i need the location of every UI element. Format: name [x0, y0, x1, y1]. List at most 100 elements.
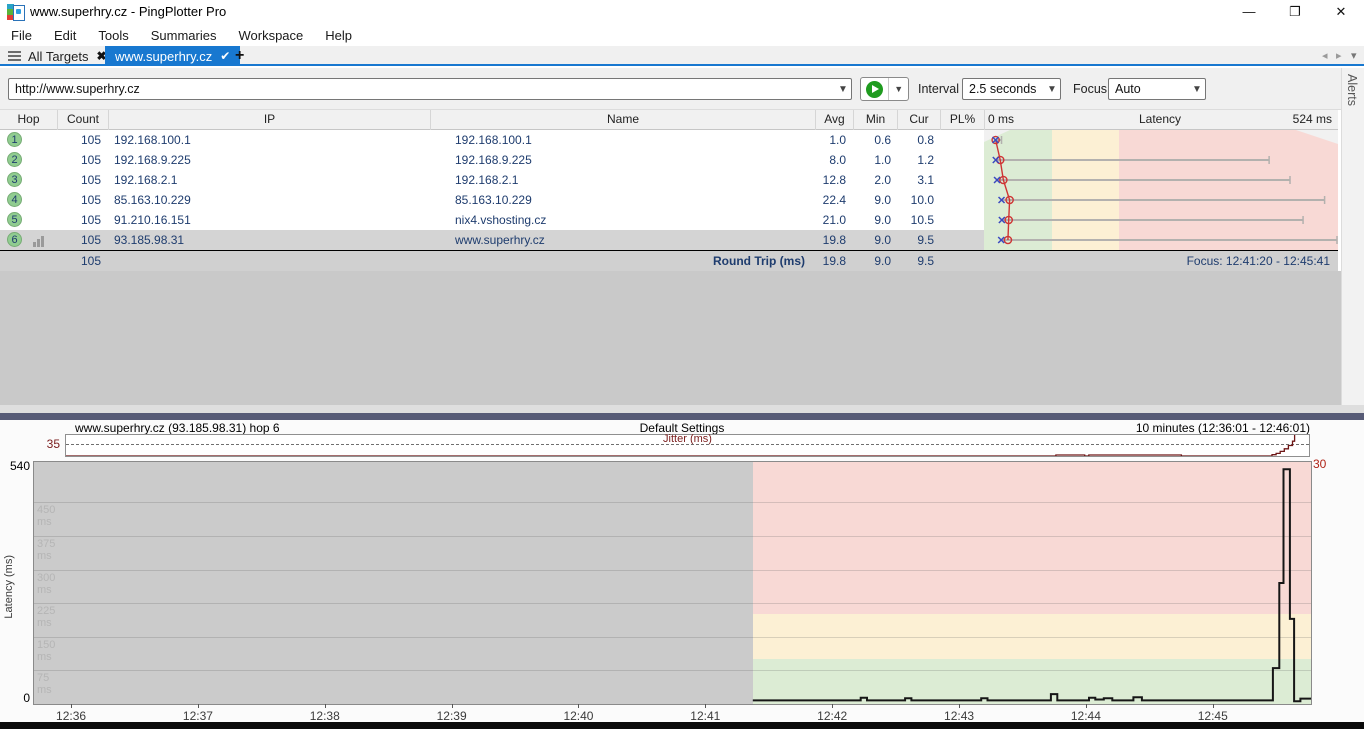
column-header-min[interactable]: Min — [853, 110, 897, 130]
menu-item-tools[interactable]: Tools — [87, 28, 139, 43]
new-tab-button[interactable]: + — [228, 46, 251, 66]
close-button[interactable]: ✕ — [1318, 0, 1364, 24]
cell-name: 85.163.10.229 — [455, 193, 532, 207]
time-tick — [578, 704, 579, 708]
menu-item-help[interactable]: Help — [314, 28, 363, 43]
menu-item-summaries[interactable]: Summaries — [140, 28, 228, 43]
round-trip-min: 9.0 — [853, 254, 891, 268]
round-trip-avg: 19.8 — [812, 254, 846, 268]
jitter-chart[interactable]: Jitter (ms) — [65, 434, 1310, 457]
pane-splitter[interactable] — [0, 413, 1364, 420]
focus-select[interactable]: Auto ▼ — [1108, 78, 1206, 100]
interval-select[interactable]: 2.5 seconds ▼ — [962, 78, 1061, 100]
graph-min-label: 0 ms — [988, 112, 1014, 126]
column-header-name[interactable]: Name — [430, 110, 815, 130]
jitter-axis-right-label: 30 — [1313, 457, 1326, 471]
jitter-line — [66, 435, 1309, 456]
alerts-tab[interactable]: Alerts — [1345, 74, 1359, 106]
cell-min: 9.0 — [853, 213, 891, 227]
cell-cur: 9.5 — [897, 233, 934, 247]
table-row-hop-3[interactable]: 3105192.168.2.1192.168.2.112.82.03.1 — [0, 170, 984, 190]
tab-all-targets[interactable]: All Targets ✖ — [0, 46, 115, 66]
menu-item-edit[interactable]: Edit — [43, 28, 87, 43]
cell-name: 192.168.2.1 — [455, 173, 518, 187]
column-header-count[interactable]: Count — [57, 110, 108, 130]
restore-button[interactable]: ❐ — [1272, 0, 1318, 24]
hamburger-icon — [8, 49, 21, 63]
time-tick — [959, 704, 960, 708]
table-row-hop-6[interactable]: 610593.185.98.31www.superhry.cz19.89.09.… — [0, 230, 984, 250]
column-header-hop[interactable]: Hop — [0, 110, 57, 130]
time-tick-label: 12:36 — [41, 709, 101, 723]
cell-count: 105 — [57, 153, 101, 167]
time-tick — [1086, 704, 1087, 708]
chevron-down-icon[interactable]: ▼ — [1189, 84, 1205, 95]
hop-number-badge: 4 — [7, 192, 22, 207]
play-icon — [866, 81, 883, 98]
table-row-hop-1[interactable]: 1105192.168.100.1192.168.100.11.00.60.8 — [0, 130, 984, 150]
table-header: Hop Count IP Name Avg Min Cur PL% 0 ms L… — [0, 110, 1338, 130]
hop-number-badge: 3 — [7, 172, 22, 187]
column-header-avg[interactable]: Avg — [815, 110, 853, 130]
splitter-margin — [0, 405, 1364, 413]
minimize-button[interactable]: — — [1226, 0, 1272, 24]
window-title: www.superhry.cz - PingPlotter Pro — [30, 4, 226, 19]
hop-number-badge: 1 — [7, 132, 22, 147]
time-tick-label: 12:38 — [295, 709, 355, 723]
table-row-hop-2[interactable]: 2105192.168.9.225192.168.9.2258.01.01.2 — [0, 150, 984, 170]
trace-control: ▼ — [860, 77, 909, 101]
time-tick — [705, 704, 706, 708]
menu-item-file[interactable]: File — [0, 28, 43, 43]
latency-timeline-chart[interactable]: 450 ms375 ms300 ms225 ms150 ms75 ms — [33, 461, 1312, 705]
column-header-cur[interactable]: Cur — [897, 110, 940, 130]
time-tick-label: 12:41 — [675, 709, 735, 723]
time-tick-label: 12:42 — [802, 709, 862, 723]
start-trace-button[interactable] — [861, 78, 888, 100]
menu-item-workspace[interactable]: Workspace — [227, 28, 314, 43]
table-row-hop-5[interactable]: 510591.210.16.151nix4.vshosting.cz21.09.… — [0, 210, 984, 230]
cell-avg: 19.8 — [812, 233, 846, 247]
jitter-axis-label: 35 — [34, 437, 60, 451]
timeline-pane: Default Settings www.superhry.cz (93.185… — [0, 420, 1364, 722]
hop-number-badge: 5 — [7, 212, 22, 227]
cell-count: 105 — [57, 233, 101, 247]
chevron-down-icon[interactable]: ▼ — [1044, 84, 1060, 95]
tab-scroll-right-icon[interactable]: ▸ — [1336, 49, 1342, 62]
column-header-ip[interactable]: IP — [108, 110, 430, 130]
cell-name: 192.168.9.225 — [455, 153, 532, 167]
cell-avg: 12.8 — [812, 173, 846, 187]
latency-axis-title: Latency (ms) — [3, 555, 15, 619]
hop-number-badge: 2 — [7, 152, 22, 167]
trace-options-dropdown[interactable]: ▼ — [888, 78, 908, 100]
cell-cur: 0.8 — [897, 133, 934, 147]
cell-ip: 85.163.10.229 — [114, 193, 191, 207]
interval-label: Interval — [918, 82, 959, 96]
time-tick — [1213, 704, 1214, 708]
table-empty-area — [0, 271, 1341, 405]
timeline-range-scrollbar[interactable] — [0, 722, 1364, 729]
cell-ip: 192.168.2.1 — [114, 173, 177, 187]
target-address-value: http://www.superhry.cz — [9, 82, 835, 96]
round-trip-label: Round Trip (ms) — [605, 254, 805, 268]
round-trip-count: 105 — [57, 254, 101, 268]
tab-overflow-icon[interactable]: ▾ — [1351, 49, 1357, 62]
hop-latency-range-chart[interactable] — [984, 130, 1338, 250]
cell-ip: 91.210.16.151 — [114, 213, 191, 227]
graph-max-label: 524 ms — [1250, 112, 1332, 126]
tab-scroll-left-icon[interactable]: ◂ — [1322, 49, 1328, 62]
column-header-pl[interactable]: PL% — [940, 110, 984, 130]
time-tick — [198, 704, 199, 708]
cell-name: nix4.vshosting.cz — [455, 213, 546, 227]
table-row-hop-4[interactable]: 410585.163.10.22985.163.10.22922.49.010.… — [0, 190, 984, 210]
menu-bar: File Edit Tools Summaries Workspace Help — [0, 24, 1364, 46]
cell-cur: 3.1 — [897, 173, 934, 187]
cell-count: 105 — [57, 173, 101, 187]
focus-range-label: Focus: 12:41:20 - 12:45:41 — [1000, 254, 1330, 268]
chevron-down-icon[interactable]: ▼ — [835, 84, 851, 95]
time-tick — [71, 704, 72, 708]
cell-name: www.superhry.cz — [455, 233, 545, 247]
tab-active-target[interactable]: www.superhry.cz ✔ — [105, 46, 240, 66]
round-trip-row[interactable]: 105 Round Trip (ms) 19.8 9.0 9.5 Focus: … — [0, 250, 1338, 271]
toolbar: http://www.superhry.cz ▼ ▼ Interval 2.5 … — [0, 68, 1364, 110]
target-address-combo[interactable]: http://www.superhry.cz ▼ — [8, 78, 852, 100]
